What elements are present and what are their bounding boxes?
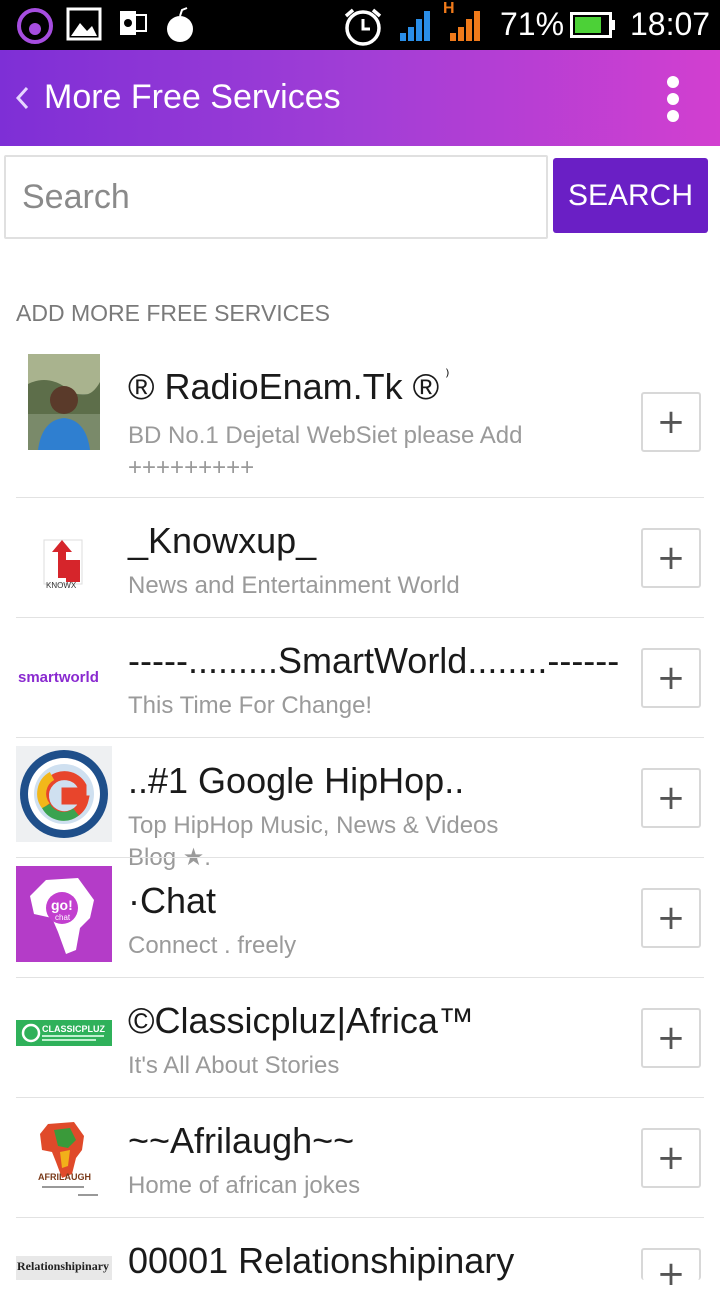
service-thumbnail	[28, 354, 100, 450]
service-description: It's All About Stories	[128, 1052, 340, 1079]
divider	[16, 617, 704, 618]
outlook-icon	[120, 11, 147, 35]
service-description: BD No.1 Dejetal WebSiet please Add +++++…	[128, 422, 523, 481]
service-title: 00001 Relationshipinary	[128, 1240, 515, 1281]
svg-text:AFRILAUGH: AFRILAUGH	[38, 1172, 91, 1182]
service-title: _Knowxup_	[128, 520, 317, 561]
back-arrow-icon[interactable]	[12, 84, 32, 112]
add-service-button[interactable]: +	[641, 1128, 701, 1188]
service-thumbnail: go! chat	[16, 866, 112, 962]
service-thumbnail: smartworld	[16, 644, 112, 704]
divider	[16, 857, 704, 858]
list-item[interactable]: smartworld -----.........SmartWorld.....…	[0, 630, 720, 750]
list-item[interactable]: ..#1 Google HipHop.. Top HipHop Music, N…	[0, 746, 720, 871]
cell-signal-icon	[450, 11, 480, 41]
add-service-button[interactable]: +	[641, 1008, 701, 1068]
service-title: ® RadioEnam.Tk ® ⁾	[128, 366, 450, 407]
battery-percentage: 71%	[500, 6, 565, 42]
svg-text:Relationshipinary: Relationshipinary	[17, 1259, 109, 1273]
service-description: Top HipHop Music, News & Videos Blog ★.	[128, 812, 499, 871]
service-thumbnail: KNOWX	[28, 524, 100, 596]
svg-text:CLASSICPLUZ: CLASSICPLUZ	[42, 1024, 106, 1034]
divider	[16, 1217, 704, 1218]
page-title: More Free Services	[44, 78, 341, 116]
service-title: ..#1 Google HipHop..	[128, 760, 465, 801]
service-title: ~~Afrilaugh~~	[128, 1120, 355, 1161]
list-item[interactable]: ® RadioEnam.Tk ® ⁾ BD No.1 Dejetal WebSie…	[0, 354, 720, 498]
add-service-button[interactable]: +	[641, 1248, 701, 1294]
app-bar: More Free Services	[0, 50, 720, 146]
divider	[16, 1097, 704, 1098]
divider	[16, 977, 704, 978]
service-thumbnail: Relationshipinary	[16, 1256, 112, 1280]
add-service-button[interactable]: +	[641, 648, 701, 708]
divider	[16, 497, 704, 498]
svg-text:chat: chat	[55, 913, 71, 922]
service-thumbnail	[16, 746, 112, 842]
hotspot-icon	[17, 8, 53, 44]
overflow-menu-icon[interactable]	[660, 74, 686, 124]
status-bar: H 71% 18:07	[0, 0, 720, 50]
bomb-icon	[167, 7, 193, 42]
section-header: ADD MORE FREE SERVICES	[16, 300, 330, 326]
list-item[interactable]: KNOWX _Knowxup_ News and Entertainment W…	[0, 510, 720, 630]
service-description: News and Entertainment World	[128, 572, 460, 599]
list-item[interactable]: go! chat ·Chat Connect . freely +	[0, 866, 720, 986]
svg-text:go!: go!	[51, 897, 73, 913]
clock: 18:07	[630, 6, 711, 42]
wifi-signal-icon	[400, 11, 430, 41]
add-service-button[interactable]: +	[641, 768, 701, 828]
service-description: This Time For Change!	[128, 692, 373, 719]
svg-text:KNOWX: KNOWX	[46, 581, 77, 590]
service-title: -----.........SmartWorld........------	[128, 640, 620, 681]
list-item[interactable]: CLASSICPLUZ ©Classicpluz|Africa™ It's Al…	[0, 986, 720, 1106]
add-service-button[interactable]: +	[641, 888, 701, 948]
add-service-button[interactable]: +	[641, 392, 701, 452]
gallery-icon	[66, 7, 102, 41]
divider	[16, 737, 704, 738]
add-service-button[interactable]: +	[641, 528, 701, 588]
service-thumbnail: CLASSICPLUZ	[16, 1020, 112, 1046]
list-item[interactable]: Relationshipinary 00001 Relationshipinar…	[0, 1226, 720, 1294]
alarm-icon	[344, 8, 382, 46]
search-button[interactable]: SEARCH	[553, 158, 708, 233]
service-title: ·Chat	[128, 880, 217, 921]
battery-icon	[570, 12, 615, 38]
service-title: ©Classicpluz|Africa™	[128, 1000, 474, 1041]
search-input[interactable]	[4, 155, 548, 239]
service-description: Connect . freely	[128, 932, 297, 959]
svg-text:smartworld: smartworld	[18, 669, 99, 686]
service-description: Home of african jokes	[128, 1172, 361, 1199]
list-item[interactable]: AFRILAUGH ~~Afrilaugh~~ Home of african …	[0, 1106, 720, 1226]
service-thumbnail: AFRILAUGH	[24, 1116, 104, 1200]
